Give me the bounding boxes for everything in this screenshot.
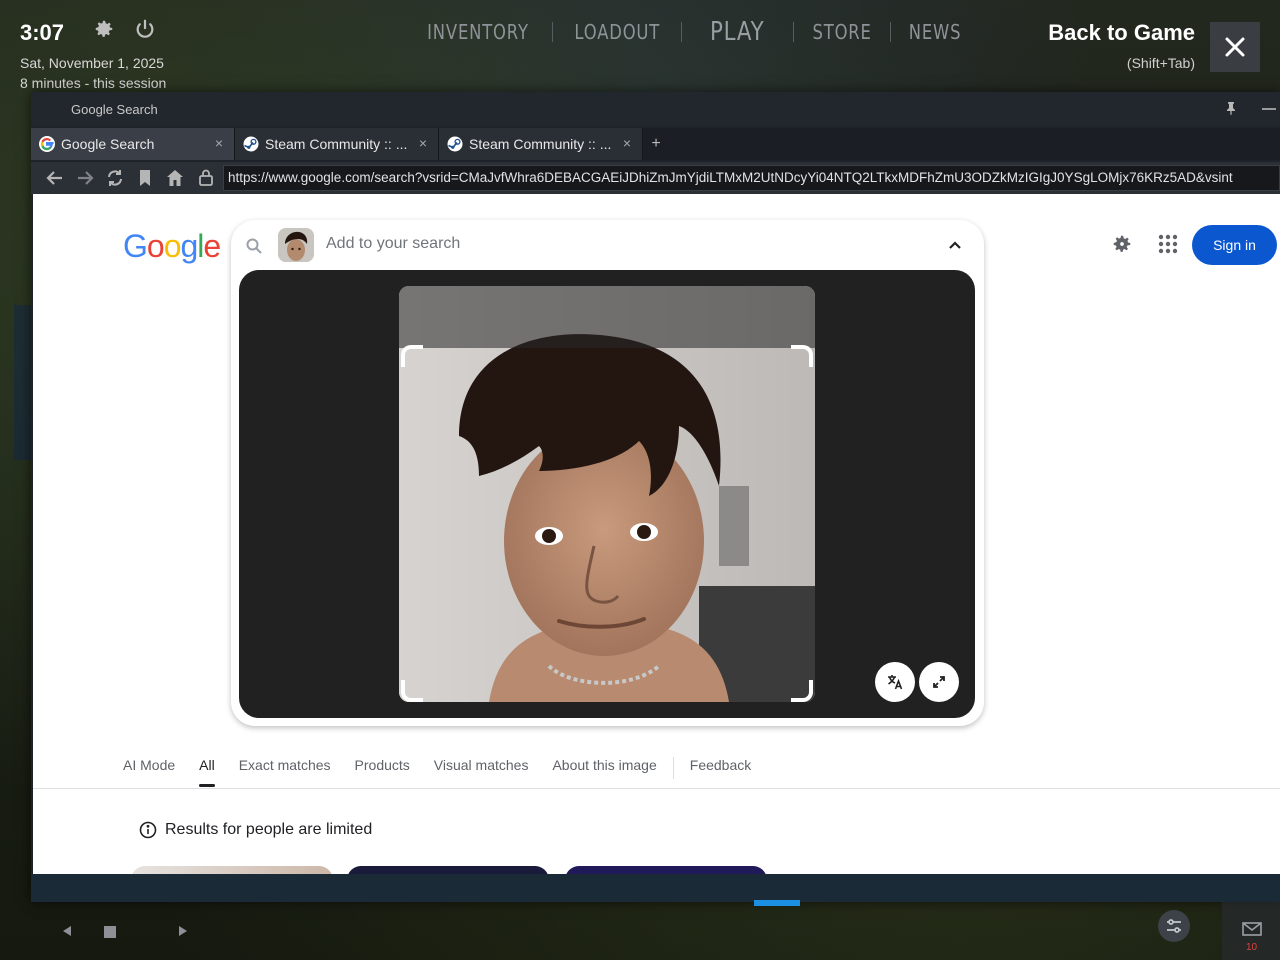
window-titlebar[interactable]: Google Search xyxy=(31,92,1280,126)
steam-icon xyxy=(447,136,463,152)
overlay-date: Sat, November 1, 2025 xyxy=(20,55,164,71)
pin-icon[interactable] xyxy=(1224,101,1238,115)
address-bar[interactable]: https://www.google.com/search?vsrid=CMaJ… xyxy=(223,165,1280,191)
bookmark-icon[interactable] xyxy=(135,168,155,188)
tab-products[interactable]: Products xyxy=(355,757,410,787)
back-to-game-label[interactable]: Back to Game xyxy=(1048,20,1195,46)
nav-play[interactable]: PLAY xyxy=(692,17,783,47)
info-icon[interactable] xyxy=(139,821,157,839)
mail-count-badge: 10 xyxy=(1246,942,1258,953)
tab-visual-matches[interactable]: Visual matches xyxy=(434,757,529,787)
forward-arrow-icon[interactable] xyxy=(75,168,95,188)
tab-steam-community[interactable]: Steam Community :: ... × xyxy=(235,128,439,160)
close-overlay-button[interactable] xyxy=(1210,22,1260,72)
google-logo[interactable]: Google xyxy=(123,228,221,265)
tab-about-this-image[interactable]: About this image xyxy=(552,757,656,787)
nav-loadout[interactable]: LOADOUT xyxy=(565,20,670,44)
tab-all[interactable]: All xyxy=(199,757,215,787)
crop-dim-overlay xyxy=(399,286,815,348)
overlay-clock: 3:07 xyxy=(20,20,65,45)
power-icon[interactable] xyxy=(134,18,156,40)
result-card[interactable] xyxy=(347,866,549,874)
tab-feedback[interactable]: Feedback xyxy=(690,757,751,787)
nav-divider xyxy=(551,22,553,42)
close-icon xyxy=(1225,37,1245,57)
nav-inventory[interactable]: INVENTORY xyxy=(417,20,538,44)
results-tabs: AI Mode All Exact matches Products Visua… xyxy=(123,757,775,787)
tab-close-icon[interactable]: × xyxy=(620,136,634,150)
lens-search-box: Add to your search xyxy=(231,220,984,726)
translate-button[interactable] xyxy=(875,662,915,702)
crop-handle-top-left[interactable] xyxy=(401,345,423,367)
nav-store[interactable]: STORE xyxy=(803,20,882,44)
tab-ai-mode[interactable]: AI Mode xyxy=(123,757,175,787)
uploaded-photo[interactable] xyxy=(399,286,815,702)
crop-handle-top-right[interactable] xyxy=(791,345,813,367)
hud-prev-arrow-icon[interactable] xyxy=(60,924,74,938)
sign-in-button[interactable]: Sign in xyxy=(1192,225,1277,265)
window-title: Google Search xyxy=(71,102,158,117)
tab-google-search[interactable]: Google Search × xyxy=(31,128,235,160)
back-arrow-icon[interactable] xyxy=(45,168,65,188)
result-card[interactable] xyxy=(131,866,333,874)
translate-icon xyxy=(888,675,903,690)
crop-handle-bottom-right[interactable] xyxy=(791,680,813,702)
tab-close-icon[interactable]: × xyxy=(416,136,430,150)
hud-next-arrow-icon[interactable] xyxy=(176,924,190,938)
tab-steam-community[interactable]: Steam Community :: ... × xyxy=(439,128,643,160)
hud-progress-indicator xyxy=(754,900,800,906)
nav-divider xyxy=(792,22,794,42)
minimize-icon[interactable] xyxy=(1262,108,1276,110)
tab-label: Steam Community :: ... xyxy=(469,136,612,152)
lens-image-panel xyxy=(239,270,975,718)
query-image-thumbnail[interactable] xyxy=(278,228,314,262)
tabs-separator xyxy=(672,757,674,779)
tab-close-icon[interactable]: × xyxy=(212,136,226,150)
result-card[interactable] xyxy=(565,866,767,874)
settings-gear-icon[interactable] xyxy=(93,18,115,40)
sliders-icon xyxy=(1167,919,1181,933)
reload-icon[interactable] xyxy=(105,168,125,188)
nav-news[interactable]: NEWS xyxy=(899,20,971,44)
google-page: Google Add to your search Sign in AI Mod… xyxy=(33,194,1280,874)
home-icon[interactable] xyxy=(165,168,185,188)
tab-exact-matches[interactable]: Exact matches xyxy=(239,757,331,787)
tab-bar: Google Search × Steam Community :: ... ×… xyxy=(31,128,1280,160)
lock-icon xyxy=(199,169,213,186)
crop-handle-bottom-left[interactable] xyxy=(401,680,423,702)
navigation-bar: https://www.google.com/search?vsrid=CMaJ… xyxy=(31,162,1280,194)
google-icon xyxy=(39,136,55,152)
tab-label: Google Search xyxy=(61,136,155,152)
hud-mail-button[interactable]: 10 xyxy=(1222,902,1280,960)
expand-icon xyxy=(933,676,945,688)
search-icon xyxy=(246,238,262,254)
chevron-up-icon[interactable] xyxy=(946,236,964,254)
overlay-session-time: 8 minutes - this session xyxy=(20,75,167,91)
browser-status-bar xyxy=(31,874,1280,902)
steam-icon xyxy=(243,136,259,152)
tabs-divider xyxy=(33,788,1280,789)
hud-stop-icon[interactable] xyxy=(104,926,116,938)
browser-window: Google Search Google Search × Steam Comm… xyxy=(31,92,1280,902)
fullscreen-button[interactable] xyxy=(919,662,959,702)
game-nav: INVENTORY LOADOUT PLAY STORE NEWS xyxy=(404,14,979,50)
results-limited-notice: Results for people are limited xyxy=(139,821,372,839)
results-limited-text: Results for people are limited xyxy=(165,821,373,838)
hud-settings-button[interactable] xyxy=(1158,910,1190,942)
apps-grid-icon[interactable] xyxy=(1157,233,1179,255)
new-tab-button[interactable]: + xyxy=(643,128,669,160)
nav-divider xyxy=(890,22,892,42)
search-input[interactable]: Add to your search xyxy=(326,235,460,253)
settings-gear-icon[interactable] xyxy=(1111,233,1133,255)
mail-icon xyxy=(1242,922,1262,936)
nav-divider xyxy=(681,22,683,42)
back-to-game-shortcut: (Shift+Tab) xyxy=(1126,55,1195,71)
tab-label: Steam Community :: ... xyxy=(265,136,408,152)
